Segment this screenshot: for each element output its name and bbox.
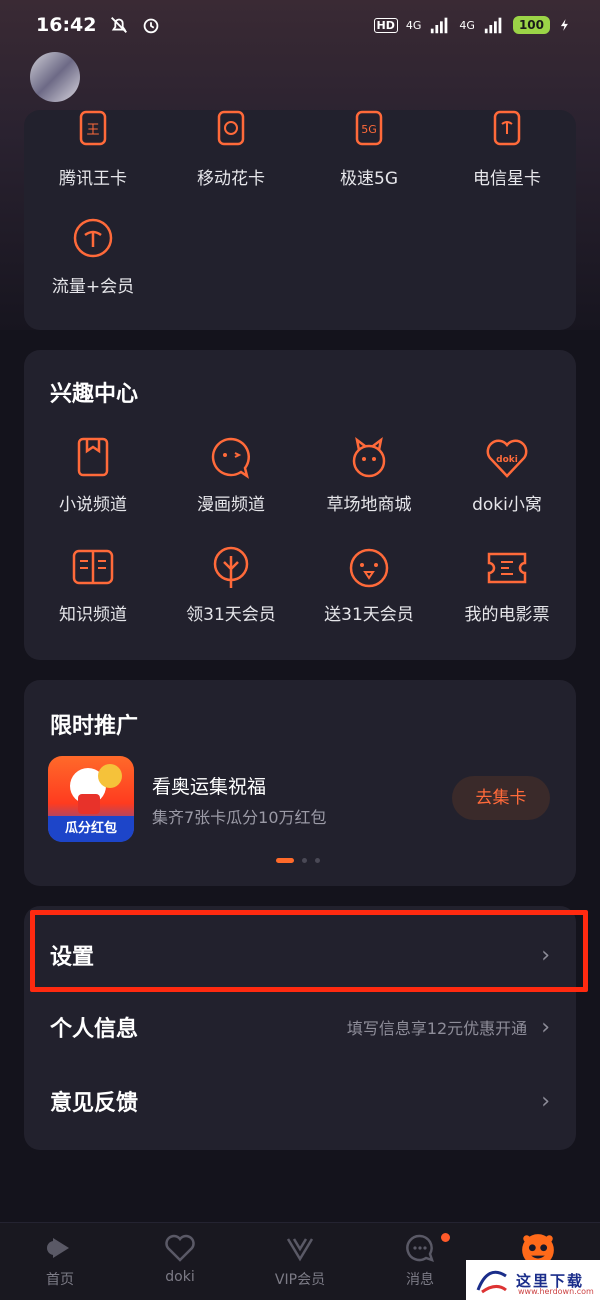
grid-item-comic[interactable]: 漫画频道 bbox=[162, 436, 300, 515]
mute-bell-icon bbox=[111, 17, 128, 33]
watermark-url: www.herdown.com bbox=[518, 1287, 594, 1296]
promotion-thumbnail[interactable]: 瓜分红包 bbox=[48, 756, 134, 842]
promotion-item-title[interactable]: 看奥运集祝福 bbox=[152, 772, 266, 799]
promotion-card: 限时推广 瓜分红包 看奥运集祝福 集齐7张卡瓜分10万红包 去集卡 bbox=[24, 680, 576, 886]
signal-4g-label-1: 4G bbox=[405, 18, 422, 32]
mobile-flower-card-icon bbox=[217, 110, 245, 146]
svg-text:doki: doki bbox=[496, 455, 518, 465]
grid-item-mobile-flower-card[interactable]: 移动花卡 bbox=[162, 110, 300, 189]
grid-item-doki[interactable]: doki doki小窝 bbox=[438, 436, 576, 515]
interest-center-title: 兴趣中心 bbox=[50, 382, 139, 407]
carousel-dot bbox=[315, 858, 320, 863]
vip-crown-icon bbox=[286, 1238, 314, 1262]
knowledge-icon bbox=[72, 549, 114, 585]
fast-5g-icon: 5G bbox=[355, 110, 383, 146]
carrier-card: 王 腾讯王卡 移动花卡 5G 极速5G 电信星卡 流量+会员 bbox=[24, 110, 576, 330]
comic-icon bbox=[211, 437, 250, 479]
highlight-box bbox=[30, 910, 588, 992]
gift-member-icon bbox=[349, 548, 389, 588]
chevron-right-icon: › bbox=[541, 1014, 550, 1040]
grid-item-gift-member[interactable]: 送31天会员 bbox=[300, 546, 438, 625]
doki-heart-icon: doki bbox=[486, 439, 528, 478]
tab-home[interactable]: 首页 bbox=[10, 1233, 110, 1289]
grid-item-fast-5g[interactable]: 5G 极速5G bbox=[300, 110, 438, 189]
grid-item-movie-ticket[interactable]: 我的电影票 bbox=[438, 546, 576, 625]
telecom-star-card-icon bbox=[493, 110, 521, 146]
menu-label-feedback: 意见反馈 bbox=[50, 1091, 139, 1116]
grid-item-telecom-star-card[interactable]: 电信星卡 bbox=[438, 110, 576, 189]
collect-cards-button[interactable]: 去集卡 bbox=[452, 776, 550, 820]
tab-messages[interactable]: 消息 bbox=[370, 1233, 470, 1289]
chevron-right-icon: › bbox=[541, 1088, 550, 1114]
menu-row-personal-info[interactable]: 个人信息 填写信息享12元优惠开通 › bbox=[24, 994, 576, 1060]
tab-vip[interactable]: VIP会员 bbox=[250, 1233, 350, 1289]
carousel-dot bbox=[302, 858, 307, 863]
hd-icon: HD bbox=[373, 17, 398, 33]
status-time: 16:42 bbox=[36, 14, 97, 36]
message-icon bbox=[406, 1234, 434, 1262]
grid-item-knowledge[interactable]: 知识频道 bbox=[24, 546, 162, 625]
alarm-icon bbox=[144, 18, 159, 34]
tencent-king-card-icon: 王 bbox=[79, 110, 107, 146]
menu-label-personal-info: 个人信息 bbox=[50, 1017, 139, 1042]
carousel-indicator bbox=[276, 858, 320, 863]
mall-icon bbox=[352, 437, 386, 478]
svg-text:5G: 5G bbox=[361, 123, 377, 136]
promotion-thumb-badge: 瓜分红包 bbox=[48, 816, 134, 842]
doki-icon bbox=[165, 1234, 195, 1262]
novel-icon bbox=[77, 437, 109, 477]
watermark-logo-icon bbox=[476, 1270, 507, 1294]
grid-item-data-plus-member[interactable]: 流量+会员 bbox=[24, 218, 162, 297]
claim-member-icon bbox=[213, 546, 249, 588]
promotion-title: 限时推广 bbox=[50, 714, 139, 739]
charging-bolt-icon bbox=[560, 19, 568, 31]
grid-item-claim-member[interactable]: 领31天会员 bbox=[162, 546, 300, 625]
signal-bars-icon bbox=[484, 17, 502, 34]
status-bar: 16:42 HD 4G 4G 100 bbox=[0, 0, 600, 50]
grid-item-novel[interactable]: 小说频道 bbox=[24, 436, 162, 515]
signal-4g-label-2: 4G bbox=[459, 18, 475, 32]
promotion-item-subtitle: 集齐7张卡瓜分10万红包 bbox=[152, 808, 327, 827]
data-plus-member-icon bbox=[73, 218, 113, 258]
mascot-illustration bbox=[70, 764, 122, 814]
grid-item-mall[interactable]: 草场地商城 bbox=[300, 436, 438, 515]
tab-doki[interactable]: doki bbox=[130, 1233, 230, 1285]
movie-ticket-icon bbox=[487, 552, 527, 584]
menu-row-feedback[interactable]: 意见反馈 › bbox=[24, 1068, 576, 1134]
watermark: 这里下载 www.herdown.com bbox=[466, 1260, 600, 1300]
svg-text:王: 王 bbox=[86, 123, 99, 138]
signal-bars-icon bbox=[431, 17, 448, 34]
home-play-icon bbox=[47, 1238, 69, 1258]
avatar[interactable] bbox=[30, 52, 80, 102]
interest-center-card: 兴趣中心 小说频道 漫画频道 草场地商城 doki doki小窝 知识频道 领3… bbox=[24, 350, 576, 660]
carousel-dot-active bbox=[276, 858, 294, 863]
notification-dot bbox=[441, 1233, 450, 1242]
battery-indicator: 100 bbox=[512, 16, 550, 34]
personal-info-hint: 填写信息享12元优惠开通 bbox=[346, 1019, 528, 1038]
grid-item-tencent-king-card[interactable]: 王 腾讯王卡 bbox=[24, 110, 162, 189]
